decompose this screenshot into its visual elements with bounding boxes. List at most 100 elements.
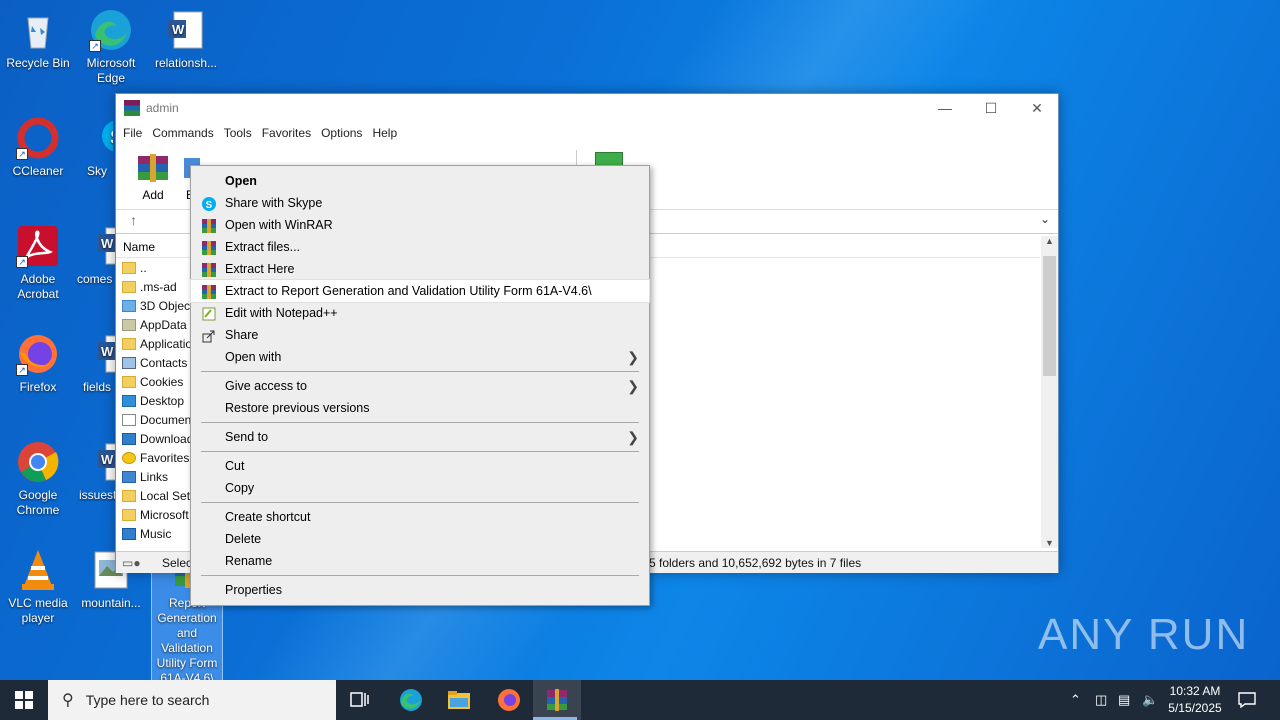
folder-up-icon — [122, 261, 136, 274]
taskbar-search-box[interactable]: ⚲ Type here to search — [48, 680, 336, 720]
taskbar-file-explorer-button[interactable] — [435, 680, 483, 720]
menu-item-delete[interactable]: Delete — [191, 528, 649, 550]
notification-icon — [1238, 692, 1256, 708]
usb-device-icon: ◫ — [1095, 692, 1108, 707]
winrar-icon — [547, 689, 567, 711]
menu-item-rename[interactable]: Rename — [191, 550, 649, 572]
up-arrow-icon[interactable]: ↑ — [130, 212, 137, 228]
menu-item-properties[interactable]: Properties — [191, 579, 649, 601]
desktop-icon-firefox[interactable]: ↗ Firefox — [0, 332, 76, 395]
documents-icon — [122, 413, 136, 426]
tray-volume-icon[interactable]: 🔈 — [1142, 680, 1158, 720]
toolbar-add-button[interactable]: Add — [132, 152, 174, 202]
file-explorer-icon — [448, 691, 470, 709]
menu-bar: File Commands Tools Favorites Options He… — [116, 122, 1058, 144]
desktop-icon-word-fields[interactable]: W fields — [73, 332, 117, 395]
contacts-icon — [122, 356, 136, 369]
chevron-up-icon: ⌃ — [1070, 692, 1081, 707]
window-title: admin — [146, 101, 179, 115]
notification-center-button[interactable] — [1238, 680, 1256, 720]
menu-favorites[interactable]: Favorites — [257, 126, 316, 140]
folder-icon — [122, 489, 136, 502]
svg-text:W: W — [101, 344, 114, 359]
desktop-icon-ccleaner[interactable]: ↗ CCleaner — [0, 116, 76, 179]
menu-item-edit-with-notepadpp[interactable]: Edit with Notepad++ — [191, 302, 649, 324]
vlc-icon — [16, 548, 60, 592]
menu-item-open-with-winrar[interactable]: Open with WinRAR — [191, 214, 649, 236]
menu-help[interactable]: Help — [367, 126, 402, 140]
desktop-icon-recycle-bin[interactable]: Recycle Bin — [0, 8, 76, 71]
tray-device-icon[interactable]: ◫ — [1095, 680, 1107, 720]
drive-icon: ▭● — [122, 556, 141, 570]
menu-item-give-access-to[interactable]: Give access to ❯ — [191, 375, 649, 397]
task-view-button[interactable] — [336, 680, 384, 720]
desktop-icon-word-issuest[interactable]: W issuest — [73, 440, 117, 503]
vertical-scrollbar[interactable]: ▲ ▼ — [1041, 236, 1058, 548]
3d-objects-icon — [122, 299, 136, 312]
edge-icon: ↗ — [89, 8, 133, 52]
menu-item-extract-files[interactable]: Extract files... — [191, 236, 649, 258]
network-icon: ▤ — [1118, 692, 1131, 707]
menu-item-copy[interactable]: Copy — [191, 477, 649, 499]
skype-icon: S — [89, 116, 113, 160]
close-button[interactable]: ✕ — [1014, 94, 1060, 122]
firefox-icon — [498, 689, 520, 711]
chevron-right-icon: ❯ — [627, 429, 639, 445]
search-icon: ⚲ — [62, 692, 74, 709]
menu-item-restore-previous-versions[interactable]: Restore previous versions — [191, 397, 649, 419]
menu-file[interactable]: File — [118, 126, 147, 140]
folder-icon — [122, 337, 136, 350]
desktop-icon-edge[interactable]: ↗ Microsoft Edge — [73, 8, 149, 86]
desktop-icon-vlc[interactable]: VLC media player — [0, 548, 76, 626]
tray-network-icon[interactable]: ▤ — [1118, 680, 1130, 720]
svg-text:W: W — [101, 236, 114, 251]
menu-item-share-with-skype[interactable]: S Share with Skype — [191, 192, 649, 214]
taskbar-firefox-button[interactable] — [485, 680, 533, 720]
start-button[interactable] — [0, 680, 48, 720]
scroll-thumb[interactable] — [1043, 256, 1056, 376]
winrar-icon — [202, 262, 216, 277]
winrar-icon — [202, 284, 216, 299]
menu-item-create-shortcut[interactable]: Create shortcut — [191, 506, 649, 528]
svg-text:W: W — [101, 452, 114, 467]
winrar-app-icon — [124, 100, 140, 116]
scroll-down-icon[interactable]: ▼ — [1045, 538, 1054, 548]
minimize-button[interactable]: — — [922, 94, 968, 122]
menu-separator — [201, 451, 639, 452]
menu-commands[interactable]: Commands — [147, 126, 218, 140]
chrome-icon — [16, 440, 60, 484]
taskbar-winrar-button[interactable] — [533, 680, 581, 720]
desktop-icon-chrome[interactable]: Google Chrome — [0, 440, 76, 518]
menu-separator — [201, 502, 639, 503]
desktop-icon-skype[interactable]: S Sky — [73, 116, 113, 179]
maximize-button[interactable]: ☐ — [968, 94, 1014, 122]
menu-item-open[interactable]: Open — [191, 170, 649, 192]
menu-item-open-with[interactable]: Open with ❯ — [191, 346, 649, 368]
downloads-icon — [122, 432, 136, 445]
taskbar-clock[interactable]: 10:32 AM 5/15/2025 — [1160, 683, 1230, 717]
winrar-icon — [202, 218, 216, 233]
desktop-icon-word-relationsh[interactable]: W relationsh... — [148, 8, 224, 71]
show-hidden-icons-button[interactable]: ⌃ — [1070, 680, 1081, 720]
chevron-right-icon: ❯ — [627, 349, 639, 365]
desktop-icon-acrobat[interactable]: ↗ Adobe Acrobat — [0, 224, 76, 302]
folder-icon — [122, 318, 136, 331]
word-doc-icon: W — [87, 224, 117, 268]
folder-icon — [122, 375, 136, 388]
desktop-icon-word-comes[interactable]: W comes — [73, 224, 117, 287]
menu-item-extract-to-folder[interactable]: Extract to Report Generation and Validat… — [190, 279, 650, 303]
menu-item-cut[interactable]: Cut — [191, 455, 649, 477]
chevron-down-icon[interactable]: ⌄ — [1040, 212, 1050, 226]
menu-tools[interactable]: Tools — [219, 126, 257, 140]
title-bar[interactable]: admin — [116, 94, 1058, 122]
scroll-up-icon[interactable]: ▲ — [1045, 236, 1054, 246]
favorites-icon — [122, 451, 136, 464]
menu-item-share[interactable]: Share — [191, 324, 649, 346]
menu-separator — [201, 575, 639, 576]
menu-item-send-to[interactable]: Send to ❯ — [191, 426, 649, 448]
menu-options[interactable]: Options — [316, 126, 367, 140]
taskbar-edge-button[interactable] — [387, 680, 435, 720]
menu-item-extract-here[interactable]: Extract Here — [191, 258, 649, 280]
taskbar: ⚲ Type here to search ⌃ ◫ ▤ 🔈 10:32 AM 5… — [0, 680, 1280, 720]
recycle-bin-icon — [16, 8, 60, 52]
